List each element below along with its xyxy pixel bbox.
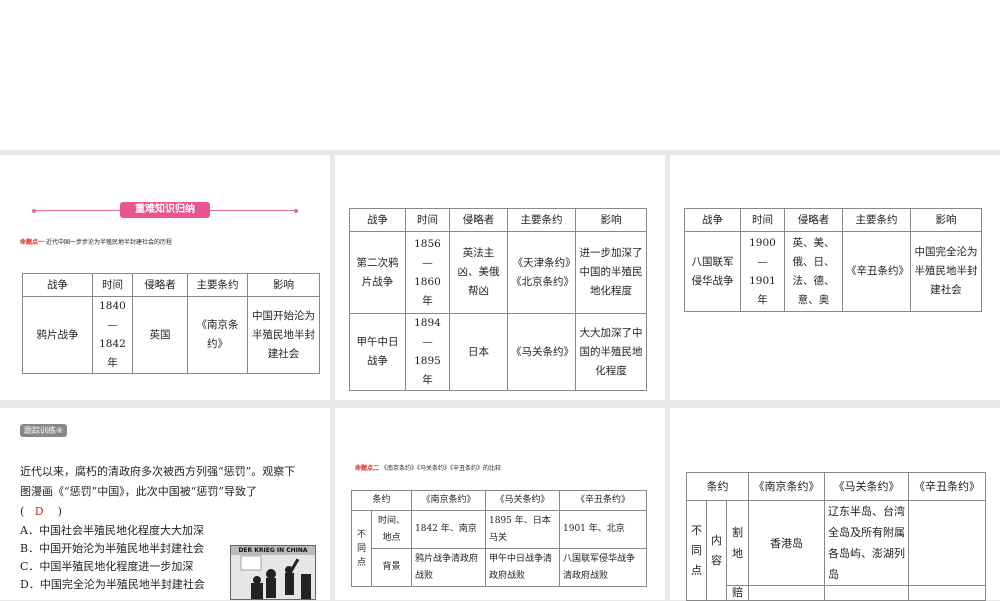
table-row: 鸦片战争 1840—1842年 英国 《南京条约》 中国开始沦为半殖民地半封建社会: [22, 296, 320, 374]
table-cell: 主要条约: [507, 208, 576, 232]
table-cell: 内容: [706, 500, 727, 601]
table-cell: 条约: [351, 490, 412, 511]
table-cell: 《南京条约》: [187, 296, 248, 374]
table-cell: 第二次鸦片战争: [349, 231, 406, 314]
table-cell: 侵略者: [132, 273, 188, 297]
table-cell: 辽东半岛、台湾全岛及所有附属各岛屿、澎湖列岛: [824, 500, 909, 586]
table-cell: 1842 年、南京: [411, 510, 486, 549]
table-cell: 甲午中日战争清政府战败: [485, 548, 560, 587]
table-cell: 1901 年、北京: [559, 510, 647, 549]
table-cell: 赔: [726, 585, 749, 601]
table-cell: 影响: [575, 208, 647, 232]
table-cell: [908, 500, 986, 586]
table-cell: [748, 585, 825, 601]
table-cell: [824, 585, 909, 601]
table-cell: 侵略者: [449, 208, 508, 232]
table-cell: 主要条约: [187, 273, 248, 297]
table-cell: 八国联军侵华战争: [684, 231, 741, 312]
table-cell: 日本: [449, 313, 508, 391]
table-cell: 1856—1860年: [405, 231, 450, 314]
table-cell: 《马关条约》: [824, 472, 909, 501]
war-table-3: 战争 时间 侵略者 主要条约 影响 八国联军侵华战争 1900—1901年 英、美、俄、日、…: [684, 208, 982, 312]
cartoon-caption: DER KRIEG IN CHINA: [231, 546, 315, 555]
table-row: 八国联军侵华战争 1900—1901年 英、美、俄、日、法、德、意、奥 《辛丑条约》中…: [684, 231, 982, 312]
table-cell: 影响: [910, 208, 982, 232]
table-cell: 1894—1895年: [405, 313, 450, 391]
topic-label: 命题点二: [355, 465, 380, 472]
table-cell: 战争: [22, 273, 93, 297]
banner-dot-icon: [32, 208, 36, 213]
table-cell: 时间: [405, 208, 450, 232]
option-b: B．中国开始沦为半殖民地半封建社会: [20, 542, 205, 555]
table-row: 背景 鸦片战争清政府战败 甲午中日战争清政府战败 八国联军侵华战争清政府战败: [352, 548, 647, 587]
table-cell: 《马关条约》: [507, 313, 576, 391]
table-cell: 影响: [247, 273, 320, 297]
option-a: A．中国社会半殖民地化程度大大加深: [20, 524, 204, 537]
table-cell: 不同点: [686, 500, 707, 601]
table-cell: 甲午中日战争: [349, 313, 406, 391]
table-cell: 主要条约: [842, 208, 911, 232]
table-cell: 条约: [686, 472, 749, 501]
table-cell: 香港岛: [748, 500, 825, 586]
option-d: D．中国完全沦为半殖民地半封建社会: [20, 578, 205, 591]
treaty-table-1: 条约 《南京条约》 《马关条约》 《辛丑条约》 不同点 时间、地点 1842 年、南京 18…: [351, 490, 647, 587]
table-cell: 战争: [684, 208, 741, 232]
table-cell: 1840—1842年: [92, 296, 133, 374]
table-row: 赔: [687, 585, 986, 601]
table-row: 第二次鸦片战争 1856—1860年 英法主凶、美俄帮凶 《天津条约》《北京条约》 进一…: [349, 231, 647, 314]
table-cell: 英、美、俄、日、法、德、意、奥: [784, 231, 843, 312]
table-cell: [908, 585, 986, 601]
table-cell: 不同点: [351, 510, 372, 587]
topic-text: 《南京条约》《马关条约》《辛丑条约》的比较: [380, 465, 501, 472]
table-cell: 侵略者: [784, 208, 843, 232]
table-cell: 鸦片战争清政府战败: [411, 548, 486, 587]
table-cell: 《辛丑条约》: [842, 231, 911, 312]
question-text: 近代以来，腐朽的清政府多次被西方列强“惩罚”。观察下图漫画《“惩罚”中国》，此次…: [20, 465, 296, 498]
table-cell: 《南京条约》: [411, 490, 486, 511]
table-cell: 八国联军侵华战争清政府战败: [559, 548, 647, 587]
blank-header-area: [0, 0, 1000, 150]
table-cell: 时间: [92, 273, 133, 297]
table-cell: 1900—1901年: [740, 231, 785, 312]
table-cell: 战争: [349, 208, 406, 232]
table-cell: 《天津条约》《北京条约》: [507, 231, 576, 314]
table-cell: 大大加深了中国的半殖民地化程度: [575, 313, 647, 391]
war-table-1: 战争 时间 侵略者 主要条约 影响 鸦片战争 1840—1842年 英国 《南京条约》 中国开始…: [22, 273, 320, 374]
answer-blank: ( D ): [20, 505, 62, 518]
table-cell: 中国开始沦为半殖民地半封建社会: [247, 296, 320, 374]
banner-dot-icon: [294, 208, 298, 213]
table-cell: 1895 年、日本马关: [485, 510, 560, 549]
topic-text: 近代中国一步步沦为半殖民地半封建社会的历程: [45, 239, 172, 246]
war-table-2: 战争 时间 侵略者 主要条约 影响 第二次鸦片战争 1856—1860年 英法主凶、美俄帮凶…: [349, 208, 647, 391]
table-cell: 英法主凶、美俄帮凶: [449, 231, 508, 314]
answer-letter: D: [34, 505, 44, 518]
table-cell: 进一步加深了中国的半殖民地化程度: [575, 231, 647, 314]
table-cell: 鸦片战争: [22, 296, 93, 374]
table-cell: 《南京条约》: [748, 472, 825, 501]
table-cell: 《辛丑条约》: [559, 490, 647, 511]
table-cell: 中国完全沦为半殖民地半封建社会: [910, 231, 982, 312]
table-cell: 背景: [371, 548, 412, 587]
topic-heading-2: 命题点二 《南京条约》《马关条约》《辛丑条约》的比较: [355, 463, 501, 472]
banner-title: 重难知识归纳: [120, 202, 210, 218]
table-row: 甲午中日战争 1894—1895年 日本 《马关条约》 大大加深了中国的半殖民地化程度: [349, 313, 647, 391]
table-cell: 时间、地点: [371, 510, 412, 549]
table-row: 不同点 内容 割地 香港岛 辽东半岛、台湾全岛及所有附属各岛屿、澎湖列岛: [686, 500, 986, 601]
section-banner: 重难知识归纳: [32, 202, 298, 218]
table-cell: 割地: [726, 500, 749, 586]
topic-heading-1: 命题点一 近代中国一步步沦为半殖民地半封建社会的历程: [20, 237, 172, 246]
option-c: C．中国半殖民地化程度进一步加深: [20, 560, 194, 573]
cartoon-image: DER KRIEG IN CHINA: [230, 545, 316, 600]
table-cell: 《马关条约》: [485, 490, 560, 511]
treaty-table-2: 条约 《南京条约》 《马关条约》 《辛丑条约》 不同点 内容 割地 香港岛 辽东半岛、台湾全岛…: [686, 472, 986, 601]
practice-tag: 跟踪训练④: [20, 424, 68, 437]
table-cell: 英国: [132, 296, 188, 374]
table-cell: 时间: [740, 208, 785, 232]
table-cell: 《辛丑条约》: [908, 472, 986, 501]
table-row: 不同点 时间、地点 1842 年、南京 1895 年、日本马关 1901 年、北京: [351, 510, 647, 587]
topic-label: 命题点一: [20, 239, 45, 246]
